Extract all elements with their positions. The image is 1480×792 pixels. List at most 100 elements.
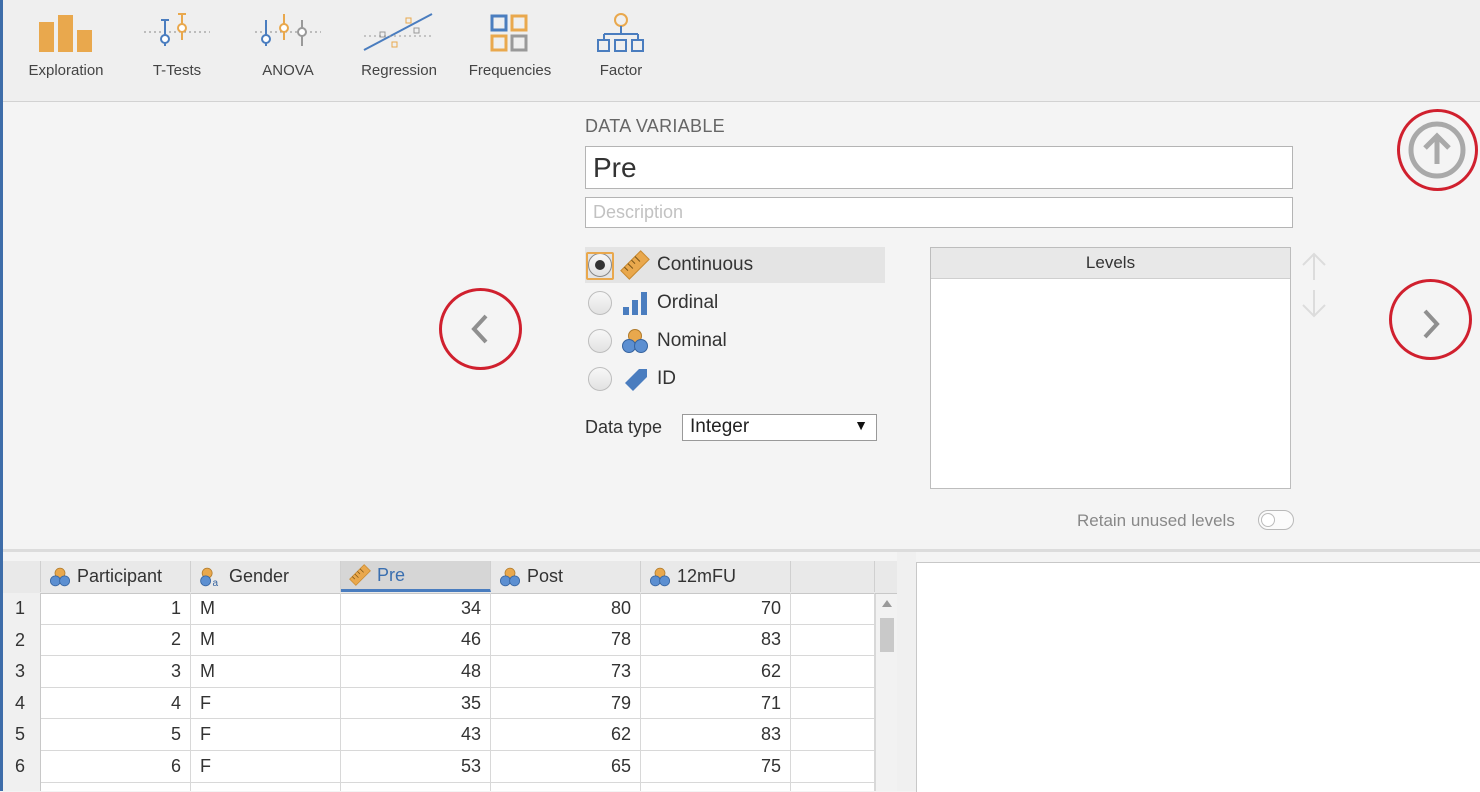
data-type-label: Data type: [585, 417, 663, 437]
post-cell[interactable]: 79: [491, 687, 641, 720]
row-number[interactable]: [3, 782, 41, 791]
participant-cell[interactable]: 5: [41, 719, 191, 751]
previous-variable-button[interactable]: [462, 308, 498, 350]
participant-cell[interactable]: 3: [41, 656, 191, 688]
continuous-label: Continuous: [657, 254, 754, 275]
factor-icon: [597, 13, 644, 52]
column-header-empty[interactable]: [791, 561, 875, 592]
empty-cell[interactable]: [791, 751, 875, 783]
variable-description-input[interactable]: [585, 197, 1293, 228]
retain-unused-levels-toggle[interactable]: [1258, 510, 1294, 530]
next-variable-button[interactable]: [1413, 303, 1449, 345]
empty-cell[interactable]: [791, 719, 875, 751]
12mfu-cell[interactable]: 62: [641, 656, 791, 688]
column-header-post[interactable]: Post: [491, 561, 641, 592]
row-number[interactable]: 5: [3, 719, 41, 751]
ordinal-radio[interactable]: [588, 291, 612, 315]
data-type-select[interactable]: Integer ▼: [682, 414, 877, 441]
level-move-up-button[interactable]: [1300, 250, 1328, 282]
measure-type-nominal[interactable]: Nominal: [585, 323, 885, 359]
pre-cell[interactable]: 53: [341, 751, 491, 783]
chevron-left-icon: [471, 314, 488, 344]
t-tests-label: T-Tests: [152, 62, 202, 79]
gender-cell[interactable]: M: [191, 593, 341, 625]
frequencies-label: Frequencies: [468, 62, 552, 79]
measure-type-id[interactable]: ID: [585, 361, 885, 397]
column-header-pre[interactable]: Pre: [341, 561, 491, 592]
gender-cell[interactable]: M: [191, 656, 341, 688]
ruler-icon: [349, 564, 371, 586]
participant-cell[interactable]: 6: [41, 751, 191, 783]
participant-cell[interactable]: 1: [41, 593, 191, 625]
nominal-radio[interactable]: [588, 329, 612, 353]
empty-cell[interactable]: [341, 782, 491, 791]
column-header-12mfu[interactable]: 12mFU: [641, 561, 791, 592]
pre-cell[interactable]: 48: [341, 656, 491, 688]
level-move-down-button[interactable]: [1300, 288, 1328, 320]
pre-cell[interactable]: 35: [341, 687, 491, 720]
pre-cell[interactable]: 46: [341, 624, 491, 657]
gender-cell[interactable]: F: [191, 751, 341, 783]
post-cell[interactable]: 78: [491, 624, 641, 657]
gender-cell[interactable]: F: [191, 719, 341, 751]
empty-cell[interactable]: [791, 782, 875, 791]
post-cell[interactable]: 73: [491, 656, 641, 688]
empty-cell[interactable]: [791, 656, 875, 688]
pane-splitter[interactable]: [897, 552, 916, 791]
row-number[interactable]: 2: [3, 624, 41, 657]
post-cell[interactable]: 65: [491, 751, 641, 783]
row-number[interactable]: 3: [3, 656, 41, 688]
nominal-circles-icon: [49, 567, 71, 587]
levels-list[interactable]: Levels: [930, 247, 1291, 489]
t-tests-button[interactable]: T-Tests: [122, 12, 232, 92]
12mfu-cell[interactable]: 83: [641, 719, 791, 751]
scroll-up-arrow-icon[interactable]: [882, 600, 892, 607]
measure-type-ordinal[interactable]: Ordinal: [585, 285, 885, 321]
empty-cell[interactable]: [191, 782, 341, 791]
empty-cell[interactable]: [791, 624, 875, 657]
dropdown-arrow-icon: ▼: [854, 417, 868, 433]
variable-name-input[interactable]: [585, 146, 1293, 189]
arrow-up-circle-icon: [1408, 121, 1466, 179]
ruler-icon: [620, 250, 650, 280]
scrollbar-thumb[interactable]: [880, 618, 894, 652]
row-number[interactable]: 6: [3, 751, 41, 783]
exploration-button[interactable]: Exploration: [11, 12, 121, 92]
close-setup-button[interactable]: [1407, 120, 1467, 180]
measure-type-continuous[interactable]: Continuous: [585, 247, 885, 283]
gender-cell[interactable]: F: [191, 687, 341, 720]
pre-cell[interactable]: 43: [341, 719, 491, 751]
anova-button[interactable]: ANOVA: [233, 12, 343, 92]
12mfu-cell[interactable]: 83: [641, 624, 791, 657]
participant-cell[interactable]: 2: [41, 624, 191, 657]
empty-cell[interactable]: [791, 687, 875, 720]
data-spreadsheet[interactable]: Participant a Gender Pre Post 12mFU 1 1 …: [3, 561, 897, 791]
empty-cell[interactable]: [491, 782, 641, 791]
row-number[interactable]: 4: [3, 687, 41, 720]
frequencies-button[interactable]: Frequencies: [455, 12, 565, 92]
pre-cell[interactable]: 34: [341, 593, 491, 625]
ordinal-label: Ordinal: [657, 292, 719, 313]
row-number[interactable]: 1: [3, 593, 41, 625]
corner-cell[interactable]: [3, 561, 41, 592]
post-cell[interactable]: 62: [491, 719, 641, 751]
regression-button[interactable]: Regression: [344, 12, 454, 92]
12mfu-cell[interactable]: 70: [641, 593, 791, 625]
post-cell[interactable]: 80: [491, 593, 641, 625]
column-header-participant[interactable]: Participant: [41, 561, 191, 592]
empty-cell[interactable]: [41, 782, 191, 791]
12mfu-cell[interactable]: 75: [641, 751, 791, 783]
factor-button[interactable]: Factor: [566, 12, 676, 92]
id-radio[interactable]: [588, 367, 612, 391]
gender-cell[interactable]: M: [191, 624, 341, 657]
arrow-up-icon: [1302, 252, 1326, 280]
empty-cell[interactable]: [641, 782, 791, 791]
empty-cell[interactable]: [791, 593, 875, 625]
panel-divider[interactable]: [3, 549, 1480, 552]
12mfu-cell[interactable]: 71: [641, 687, 791, 720]
column-header-gender[interactable]: a Gender: [191, 561, 341, 592]
vertical-scrollbar[interactable]: [875, 594, 897, 791]
participant-cell[interactable]: 4: [41, 687, 191, 720]
ordinal-bars-icon: [620, 288, 650, 318]
frequencies-icon: [490, 14, 528, 52]
